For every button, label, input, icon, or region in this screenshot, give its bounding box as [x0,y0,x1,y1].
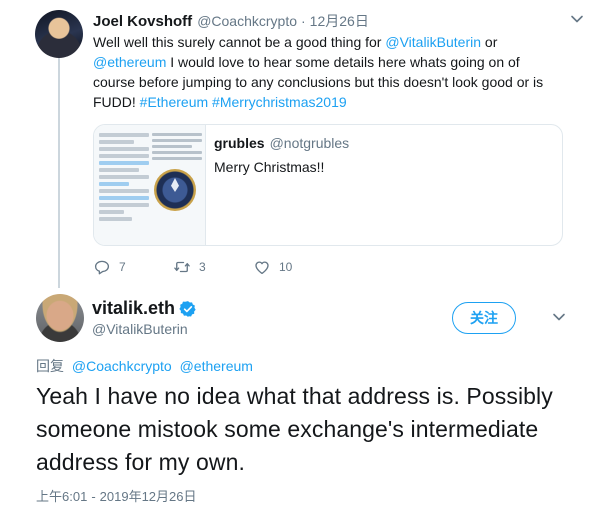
reply-button[interactable]: 7 [93,258,173,276]
author-handle[interactable]: @Coachkcrypto [197,13,297,29]
tweet-text-part: Well well this surely cannot be a good t… [93,34,386,50]
tweet-time: 上午6:01 [36,489,88,504]
quoted-author-name: grubles [214,135,265,151]
chevron-down-icon[interactable] [552,310,566,324]
parent-tweet[interactable]: Joel Kovshoff @Coachkcrypto · 12月26日 Wel… [0,0,600,288]
retweet-button[interactable]: 3 [173,258,253,276]
thread-connector-line [58,58,60,288]
mention-link[interactable]: @VitalikButerin [385,34,481,50]
tweet-actions: 7 3 10 [93,258,353,276]
quoted-tweet-card[interactable]: grubles @notgrubles Merry Christmas!! [93,124,563,246]
author-handle[interactable]: @VitalikButerin [92,321,188,337]
tweet-text: Yeah I have no idea what that address is… [36,383,553,475]
chevron-down-icon[interactable] [570,12,584,26]
thumbnail-text-lines [99,133,149,224]
reply-count: 7 [119,260,126,274]
author-name[interactable]: vitalik.eth [92,298,175,319]
replying-to: 回复 @Coachkcrypto @ethereum [36,356,253,376]
mention-link[interactable]: @ethereum [180,358,253,374]
author-name[interactable]: Joel Kovshoff [93,13,192,30]
separator: - [91,489,96,504]
thumbnail-text-lines [152,133,202,163]
quoted-author-handle: @notgrubles [269,135,350,151]
tweet-date[interactable]: 12月26日 [310,11,369,31]
tweet-timestamp[interactable]: 上午6:01-2019年12月26日 [36,486,197,505]
tweet-text: Well well this surely cannot be a good t… [93,32,563,112]
tweet-date: 2019年12月26日 [99,489,197,504]
follow-button[interactable]: 关注 [452,302,516,334]
like-count: 10 [279,260,293,274]
hashtag-link[interactable]: #Merrychristmas2019 [212,94,347,110]
mention-link[interactable]: @Coachkcrypto [72,358,172,374]
ethereum-logo-icon [154,169,196,211]
author-name-row: vitalik.eth [92,298,197,319]
like-button[interactable]: 10 [253,258,353,276]
like-icon [255,261,269,275]
reply-icon [94,260,110,275]
quoted-tweet-author: grubles @notgrubles [214,135,349,151]
mention-link[interactable]: @ethereum [93,54,166,70]
quoted-tweet-thumbnail [94,125,206,245]
verified-icon [179,300,196,317]
avatar[interactable] [35,10,83,58]
tweet-header: Joel Kovshoff @Coachkcrypto · 12月26日 [93,11,369,31]
hashtag-link[interactable]: #Ethereum [140,94,208,110]
separator-dot: · [301,13,306,29]
avatar[interactable] [36,294,84,342]
retweet-count: 3 [199,260,206,274]
retweet-icon [174,261,190,273]
reply-prefix: 回复 [36,358,64,374]
quoted-tweet-text: Merry Christmas!! [214,159,325,175]
tweet-text-part: or [481,34,498,50]
